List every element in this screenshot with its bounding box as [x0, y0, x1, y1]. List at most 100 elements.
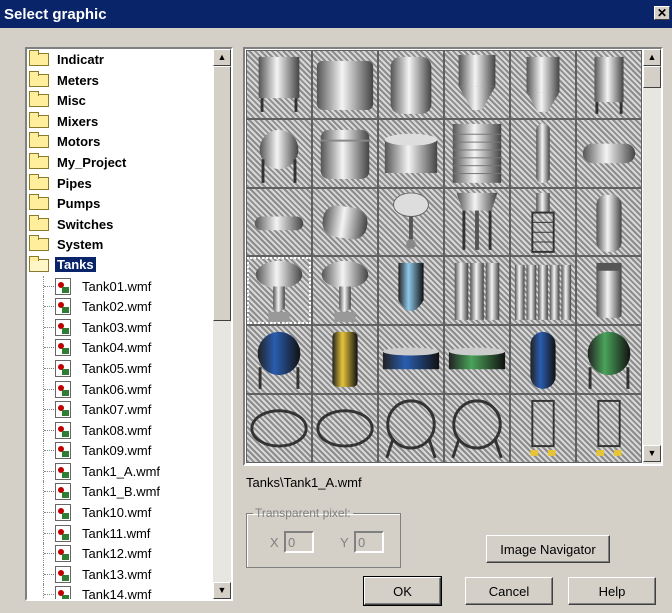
triple-column-tank-icon[interactable] — [444, 256, 510, 326]
blue-capsule-tank-icon[interactable] — [510, 325, 576, 394]
wmf-file-icon — [55, 421, 71, 439]
tree-folder-tanks[interactable]: Tanks — [27, 255, 211, 276]
green-shallow-tank-icon[interactable] — [444, 325, 510, 394]
multi-column-tank-icon[interactable] — [510, 256, 576, 326]
folder-icon — [29, 235, 49, 252]
tree-file-item[interactable]: Tank06.wmf — [27, 378, 211, 400]
tree-file-label: Tank02.wmf — [82, 299, 152, 315]
tree-file-item[interactable]: Tank05.wmf — [27, 357, 211, 379]
tree-file-item[interactable]: Tank12.wmf — [27, 543, 211, 564]
lattice-tower-icon[interactable] — [510, 187, 576, 257]
tree-branch-line — [43, 399, 54, 420]
sphere-tank-icon[interactable] — [246, 118, 312, 188]
tree-scroll-down-button[interactable]: ▼ — [213, 582, 231, 599]
tree-folder-label: System — [57, 237, 104, 253]
tree-folder-mixers[interactable]: Mixers — [27, 111, 211, 132]
domed-vertical-tank-icon[interactable] — [378, 50, 444, 119]
close-button[interactable]: ✕ — [654, 6, 670, 20]
help-button[interactable]: Help — [568, 577, 656, 605]
tree-folder-pipes[interactable]: Pipes — [27, 173, 211, 194]
tree-file-item[interactable]: Tank04.wmf — [27, 337, 211, 358]
cone-bottom-silo-icon[interactable] — [444, 50, 510, 119]
tree-file-item[interactable]: Tank07.wmf — [27, 399, 211, 420]
yellow-base-tank-small-icon[interactable] — [576, 393, 642, 463]
gallery-scroll-up-button[interactable]: ▲ — [643, 49, 661, 66]
storage-tank-striped-icon[interactable] — [444, 118, 510, 188]
gallery-scrollbar[interactable]: ▲ ▼ — [643, 49, 661, 464]
water-tower-icon[interactable] — [378, 187, 444, 257]
wmf-file-icon — [55, 545, 71, 563]
tree-branch-line — [43, 522, 54, 543]
tree-scroll-up-button[interactable]: ▲ — [213, 49, 231, 66]
green-sphere-tank-icon[interactable] — [576, 325, 642, 394]
round-tank-legs-dark-icon[interactable] — [444, 393, 510, 463]
tree-file-item[interactable]: Tank13.wmf — [27, 563, 211, 585]
gallery-scroll-down-button[interactable]: ▼ — [643, 445, 661, 462]
hourglass-tank-selected-icon[interactable] — [246, 256, 312, 326]
water-tower-legs-icon[interactable] — [444, 187, 510, 257]
round-tank-legs-icon[interactable] — [378, 393, 444, 463]
vertical-tank-legs-icon[interactable] — [246, 50, 312, 119]
tree-folder-meters[interactable]: Meters — [27, 70, 211, 91]
tree-folder-system[interactable]: System — [27, 234, 211, 255]
dark-cylinder-tank-icon[interactable] — [576, 256, 642, 326]
oval-tank-icon[interactable] — [246, 393, 312, 463]
horizontal-capsule-tank-icon[interactable] — [576, 118, 642, 188]
ok-button[interactable]: OK — [363, 576, 442, 606]
image-navigator-button[interactable]: Image Navigator — [486, 535, 610, 563]
tree-file-item[interactable]: Tank08.wmf — [27, 419, 211, 441]
tree-file-item[interactable]: Tank01.wmf — [27, 275, 211, 297]
blue-sphere-tank-icon[interactable] — [246, 325, 312, 394]
yellow-base-tank-icon[interactable] — [510, 393, 576, 463]
wmf-file-icon — [55, 298, 71, 316]
tall-capsule-tank-icon[interactable] — [576, 187, 642, 257]
tree-folder-motors[interactable]: Motors — [27, 131, 211, 152]
horizontal-cylinder-tank-icon[interactable] — [312, 50, 378, 119]
horizontal-pipe-tank-icon[interactable] — [246, 187, 312, 257]
tree-file-item[interactable]: Tank02.wmf — [27, 296, 211, 317]
graphic-gallery[interactable]: ▲ ▼ — [243, 47, 663, 466]
tree-folder-misc[interactable]: Misc — [27, 90, 211, 111]
title-bar: Select graphic ✕ — [0, 0, 672, 28]
tree-folder-my-project[interactable]: My_Project — [27, 152, 211, 173]
blue-shallow-tank-icon[interactable] — [378, 325, 444, 394]
select-graphic-dialog: Select graphic ✕ Indicatr Meters Misc Mixer… — [0, 0, 672, 613]
tree-scroll-thumb[interactable] — [213, 66, 231, 321]
tree-file-label: Tank14.wmf — [82, 587, 152, 601]
tree-scrollbar[interactable]: ▲ ▼ — [213, 49, 231, 599]
tree-file-item[interactable]: Tank03.wmf — [27, 316, 211, 338]
tree-file-item[interactable]: Tank11.wmf — [27, 522, 211, 544]
tree-file-label: Tank03.wmf — [82, 319, 152, 335]
tree-file-item[interactable]: Tank14.wmf — [27, 584, 211, 601]
tree-file-item[interactable]: Tank1_B.wmf — [27, 481, 211, 502]
tree-folder-pumps[interactable]: Pumps — [27, 193, 211, 214]
tree-file-label: Tank06.wmf — [82, 381, 152, 397]
tree-file-label: Tank12.wmf — [82, 546, 152, 562]
hourglass-tank-icon[interactable] — [312, 256, 378, 326]
wmf-file-icon — [55, 339, 71, 357]
tree-file-label: Tank10.wmf — [82, 505, 152, 521]
ribbed-tank-icon[interactable] — [312, 118, 378, 188]
tilted-drum-tank-icon[interactable] — [312, 187, 378, 257]
tree-file-item[interactable]: Tank1_A.wmf — [27, 460, 211, 482]
tree-file-item[interactable]: Tank09.wmf — [27, 440, 211, 461]
x-input[interactable]: 0 — [284, 531, 314, 553]
low-cylinder-tank-icon[interactable] — [378, 118, 444, 188]
folder-tree[interactable]: Indicatr Meters Misc Mixers Motors My_Project… — [25, 47, 233, 601]
tree-file-label: Tank05.wmf — [82, 360, 152, 376]
tree-folder-switches[interactable]: Switches — [27, 214, 211, 235]
yellow-cylinder-tank-icon[interactable] — [312, 325, 378, 394]
folder-icon — [29, 214, 49, 231]
light-blue-cone-tank-icon[interactable] — [378, 256, 444, 326]
cancel-button[interactable]: Cancel — [465, 577, 553, 605]
folder-icon — [29, 152, 49, 169]
narrow-column-tank-icon[interactable] — [510, 118, 576, 188]
tall-silo-icon[interactable] — [510, 50, 576, 119]
oval-tank-outline-icon[interactable] — [312, 393, 378, 463]
y-input[interactable]: 0 — [354, 531, 384, 553]
gallery-scroll-thumb[interactable] — [643, 66, 661, 88]
tall-silo-legs-icon[interactable] — [576, 50, 642, 119]
tree-folder-indicatr[interactable]: Indicatr — [27, 49, 211, 70]
tree-file-label: Tank13.wmf — [82, 566, 152, 582]
tree-file-item[interactable]: Tank10.wmf — [27, 502, 211, 523]
